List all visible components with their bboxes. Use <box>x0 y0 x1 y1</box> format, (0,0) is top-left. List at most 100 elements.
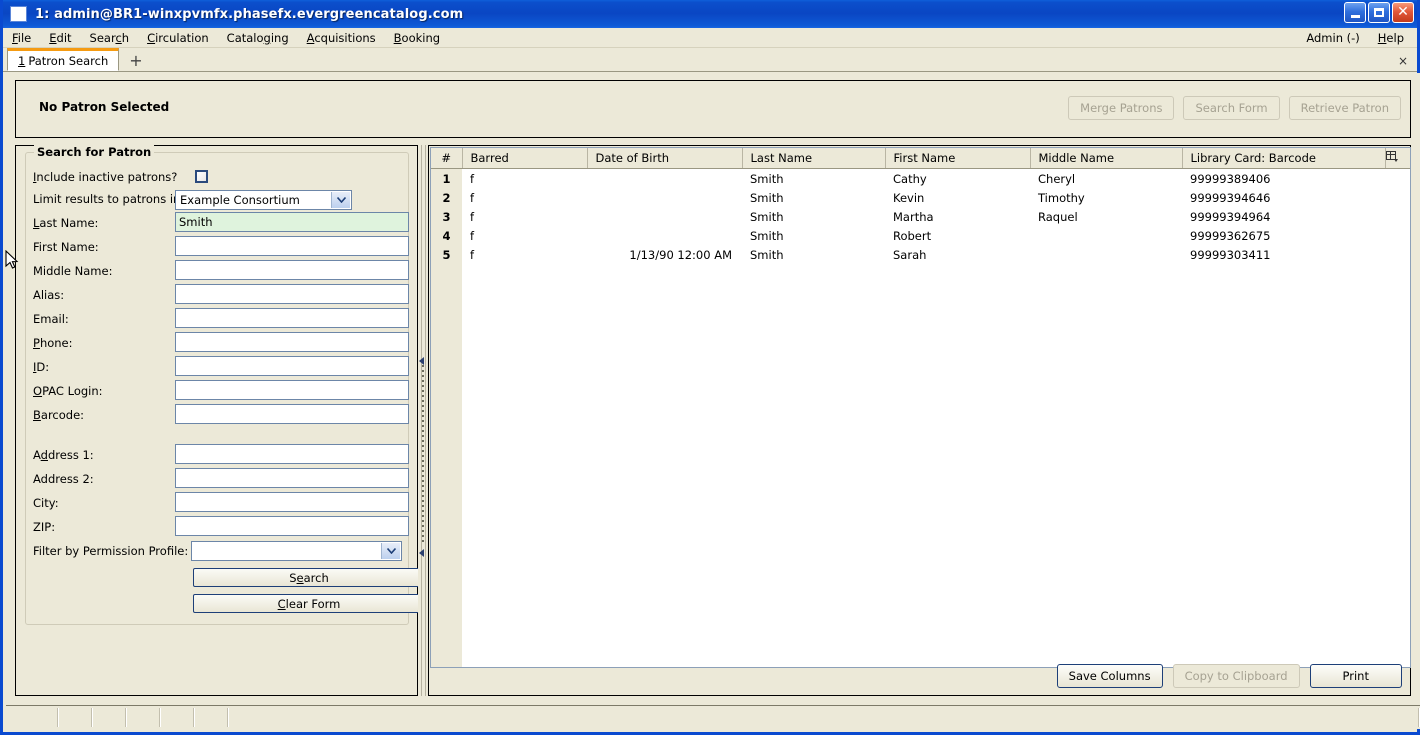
cell-barcode: 99999362675 <box>1190 228 1271 243</box>
cell-dob: 1/13/90 12:00 AM <box>629 247 732 262</box>
menu-circulation[interactable]: Circulation <box>138 29 218 47</box>
address2-label: Address 2: <box>33 472 94 486</box>
table-row[interactable]: 3 f Smith Martha Raquel 99999394964 <box>431 207 1410 226</box>
opac-login-input[interactable] <box>175 380 409 400</box>
id-row: ID: <box>33 357 49 377</box>
menu-file-label: ile <box>17 30 32 45</box>
splitter-grip <box>422 365 424 545</box>
retrieve-patron-button[interactable]: Retrieve Patron <box>1288 96 1401 120</box>
table-row[interactable]: 4 f Smith Robert 99999362675 <box>431 226 1410 245</box>
address1-input[interactable] <box>175 444 409 464</box>
barcode-input[interactable] <box>175 404 409 424</box>
menu-bar: File Edit Search Circulation Cataloging … <box>3 28 1417 48</box>
save-columns-button[interactable]: Save Columns <box>1056 664 1163 688</box>
id-input[interactable] <box>175 356 409 376</box>
clear-form-button[interactable]: Clear Form <box>193 594 425 613</box>
email-label: Email: <box>33 312 69 326</box>
menu-help[interactable]: Help <box>1369 29 1413 47</box>
permission-profile-select[interactable] <box>191 541 402 561</box>
status-segment-5 <box>161 708 195 727</box>
minimize-icon <box>1350 14 1360 18</box>
last-name-input[interactable] <box>175 212 409 232</box>
opac-login-row: OPAC Login: <box>33 381 103 401</box>
phone-input[interactable] <box>175 332 409 352</box>
close-button[interactable]: ✕ <box>1392 2 1414 23</box>
application-window: 1: admin@BR1-winxpvmfx.phasefx.evergreen… <box>0 0 1420 735</box>
col-header-first-name[interactable]: First Name <box>884 148 1030 169</box>
cell-barred: f <box>470 209 475 224</box>
tab-patron-search[interactable]: 1 Patron Search <box>7 48 120 71</box>
splitter-arrow-bottom[interactable] <box>419 549 424 557</box>
maximize-button[interactable] <box>1368 2 1390 23</box>
limit-results-select[interactable]: Example Consortium <box>175 190 352 210</box>
alias-input[interactable] <box>175 284 409 304</box>
zip-input[interactable] <box>175 516 409 536</box>
first-name-row: First Name: <box>33 237 99 257</box>
table-row[interactable]: 1 f Smith Cathy Cheryl 99999389406 <box>431 168 1410 188</box>
status-segment-2 <box>59 708 93 727</box>
cell-spacer <box>1385 188 1410 207</box>
city-input[interactable] <box>175 492 409 512</box>
menu-search[interactable]: Search <box>81 29 139 47</box>
col-header-middle-name[interactable]: Middle Name <box>1029 148 1182 169</box>
cell-barred: f <box>470 190 475 205</box>
cell-barcode: 99999389406 <box>1190 171 1271 186</box>
copy-to-clipboard-button[interactable]: Copy to Clipboard <box>1172 664 1300 688</box>
col-header-library-card[interactable]: Library Card: Barcode <box>1181 148 1385 169</box>
splitter-line-right <box>425 145 426 696</box>
col-header-dob[interactable]: Date of Birth <box>586 148 742 169</box>
tab-number: 1 <box>18 53 26 68</box>
menu-acquisitions[interactable]: Acquisitions <box>298 29 385 47</box>
menu-admin[interactable]: Admin (-) <box>1297 29 1368 47</box>
merge-patrons-button[interactable]: Merge Patrons <box>1068 96 1175 120</box>
minimize-button[interactable] <box>1344 2 1366 23</box>
new-tab-icon[interactable]: + <box>129 53 142 71</box>
cell-number: 5 <box>431 245 462 264</box>
cell-dob <box>587 226 742 245</box>
barcode-label: Barcode: <box>33 408 85 422</box>
status-bar <box>6 705 1420 729</box>
column-picker-icon[interactable] <box>1384 148 1410 169</box>
cell-barred: f <box>470 171 475 186</box>
panel-splitter[interactable] <box>418 145 428 696</box>
middle-name-input[interactable] <box>175 260 409 280</box>
status-segment-6 <box>195 708 229 727</box>
permission-profile-row: Filter by Permission Profile: <box>33 541 188 561</box>
patron-bar-buttons: Merge Patrons Search Form Retrieve Patro… <box>1068 96 1401 120</box>
barcode-row: Barcode: <box>33 405 84 425</box>
first-name-label: First Name: <box>33 240 99 254</box>
cell-first-name: Kevin <box>893 190 925 205</box>
print-button[interactable]: Print <box>1309 664 1402 688</box>
cell-spacer <box>1385 226 1410 245</box>
menu-booking[interactable]: Booking <box>385 29 449 47</box>
search-button[interactable]: Search <box>193 568 425 587</box>
search-form-button[interactable]: Search Form <box>1183 96 1280 120</box>
cell-last-name: Smith <box>750 247 784 262</box>
email-row: Email: <box>33 309 69 329</box>
menu-edit[interactable]: Edit <box>40 29 80 47</box>
menu-cataloging[interactable]: Cataloging <box>218 29 298 47</box>
first-name-input[interactable] <box>175 236 409 256</box>
table-row[interactable]: 2 f Smith Kevin Timothy 99999394646 <box>431 188 1410 207</box>
include-inactive-label: Include inactive patrons? <box>33 170 178 184</box>
patron-status-label: No Patron Selected <box>39 100 170 114</box>
col-header-last-name[interactable]: Last Name <box>741 148 885 169</box>
results-grid: # Barred Date of Birth Last Name First N… <box>430 147 1411 668</box>
cell-first-name: Sarah <box>893 247 927 262</box>
address2-input[interactable] <box>175 468 409 488</box>
include-inactive-checkbox[interactable] <box>195 170 208 183</box>
table-row[interactable]: 5 f 1/13/90 12:00 AM Smith Sarah 9999930… <box>431 245 1410 264</box>
cell-middle-name <box>1030 226 1182 245</box>
splitter-arrow-top[interactable] <box>419 357 424 365</box>
col-header-number[interactable]: # <box>431 148 462 169</box>
last-name-row: Last Name: <box>33 213 98 233</box>
cell-barcode: 99999394646 <box>1190 190 1271 205</box>
email-input[interactable] <box>175 308 409 328</box>
status-segment-3 <box>93 708 127 727</box>
col-header-barred[interactable]: Barred <box>461 148 587 169</box>
menu-file[interactable]: File <box>3 29 40 47</box>
close-tab-icon[interactable]: × <box>1398 54 1408 68</box>
city-label: City: <box>33 496 59 510</box>
cell-barred: f <box>470 228 475 243</box>
cell-middle-name: Timothy <box>1038 190 1085 205</box>
